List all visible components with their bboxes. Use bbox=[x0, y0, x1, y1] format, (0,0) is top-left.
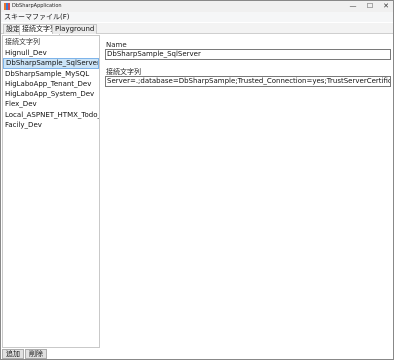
tab-bar: 設定 接続文字列 Playground bbox=[1, 23, 393, 35]
list-item[interactable]: Hignull_Dev bbox=[3, 48, 99, 58]
minimize-button[interactable]: — bbox=[345, 1, 361, 12]
delete-button[interactable]: 削除 bbox=[25, 349, 47, 359]
connection-list[interactable]: Hignull_Dev DbSharpSample_SqlServer DbSh… bbox=[3, 48, 99, 130]
connection-list-panel: 接続文字列 Hignull_Dev DbSharpSample_SqlServe… bbox=[2, 35, 100, 348]
window-title: DbSharpApplication bbox=[12, 3, 62, 9]
list-item-selected[interactable]: DbSharpSample_SqlServer bbox=[3, 58, 99, 69]
app-logo-icon bbox=[4, 3, 10, 10]
close-button[interactable]: ✕ bbox=[378, 1, 394, 12]
add-button[interactable]: 追加 bbox=[2, 349, 24, 359]
list-item[interactable]: DbSharpSample_MySQL bbox=[3, 69, 99, 79]
connection-string-label: 接続文字列 bbox=[106, 68, 141, 76]
list-item[interactable]: HigLaboApp_System_Dev bbox=[3, 89, 99, 99]
list-item[interactable]: HigLaboApp_Tenant_Dev bbox=[3, 79, 99, 89]
list-item[interactable]: Flex_Dev bbox=[3, 99, 99, 109]
list-item[interactable]: Facily_Dev bbox=[3, 120, 99, 130]
name-field[interactable]: DbSharpSample_SqlServer bbox=[105, 49, 391, 60]
name-label: Name bbox=[106, 41, 127, 49]
title-bar: DbSharpApplication — ☐ ✕ bbox=[1, 1, 393, 12]
connection-detail-panel: Name DbSharpSample_SqlServer 接続文字列 Serve… bbox=[102, 35, 392, 359]
app-window: DbSharpApplication — ☐ ✕ スキーマファイル(F) 設定 … bbox=[0, 0, 394, 360]
connection-string-field[interactable]: Server=.;database=DbSharpSample;Trusted_… bbox=[105, 76, 391, 87]
maximize-button[interactable]: ☐ bbox=[362, 1, 378, 12]
tab-playground[interactable]: Playground bbox=[52, 24, 98, 34]
list-item[interactable]: Local_ASPNET_HTMX_Todo_Sar bbox=[3, 110, 99, 120]
connection-list-header: 接続文字列 bbox=[5, 38, 40, 46]
menu-schema-file[interactable]: スキーマファイル(F) bbox=[4, 13, 70, 21]
menu-bar: スキーマファイル(F) bbox=[1, 12, 393, 22]
